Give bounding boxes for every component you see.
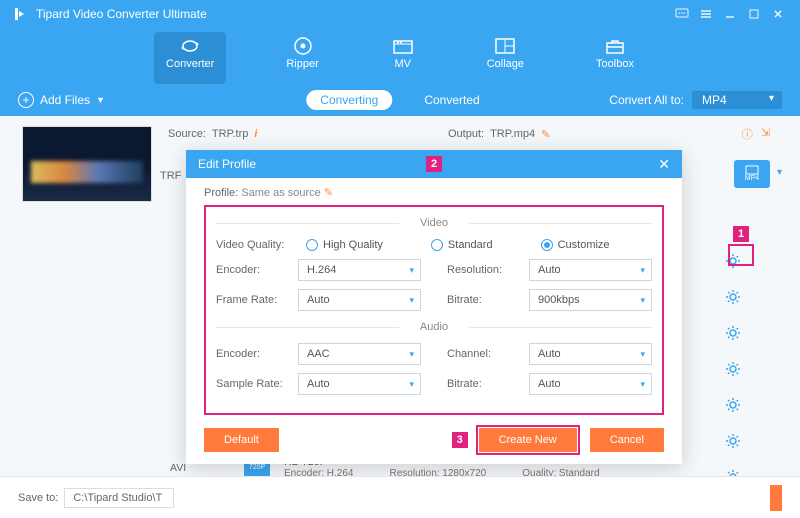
- cancel-button[interactable]: Cancel: [590, 428, 664, 452]
- info-tool-icon[interactable]: ⓘ: [742, 126, 753, 142]
- nav-ripper[interactable]: Ripper: [274, 32, 330, 84]
- edit-profile-name-icon[interactable]: ✎: [324, 187, 333, 199]
- save-path-field[interactable]: C:\Tipard Studio\T: [64, 488, 174, 508]
- minimize-icon[interactable]: [718, 2, 742, 26]
- gear-icon[interactable]: [724, 396, 742, 414]
- resolution-select[interactable]: Auto: [529, 259, 652, 281]
- audio-section-label: Audio: [216, 321, 652, 333]
- framerate-label: Frame Rate:: [216, 294, 298, 306]
- framerate-select[interactable]: Auto: [298, 289, 421, 311]
- default-button[interactable]: Default: [204, 428, 279, 452]
- maximize-icon[interactable]: [742, 2, 766, 26]
- dialog-close-icon[interactable]: ✕: [658, 156, 670, 173]
- collage-icon: [493, 36, 517, 56]
- gear-icon[interactable]: [724, 288, 742, 306]
- video-bitrate-input[interactable]: 900kbps: [529, 289, 652, 311]
- dialog-header: Edit Profile 2 ✕: [186, 150, 682, 178]
- output-filename: TRP.mp4: [490, 128, 535, 140]
- video-bitrate-label: Bitrate:: [447, 294, 529, 306]
- radio-high-quality[interactable]: High Quality: [306, 239, 383, 251]
- info-icon[interactable]: i: [254, 128, 257, 140]
- plus-icon: +: [18, 92, 34, 108]
- output-format-select[interactable]: MP4: [692, 91, 782, 109]
- nav-collage[interactable]: Collage: [475, 32, 536, 84]
- video-encoder-label: Encoder:: [216, 264, 298, 276]
- main-nav: Converter Ripper MV Collage Toolbox: [0, 28, 800, 84]
- annotation-box-3: Create New: [476, 425, 580, 455]
- nav-mv[interactable]: MV: [379, 32, 427, 84]
- item-format-button[interactable]: MP4: [734, 160, 770, 188]
- gear-icon[interactable]: [724, 324, 742, 342]
- close-icon[interactable]: [766, 2, 790, 26]
- annotation-box-2: Video Video Quality: High Quality Standa…: [204, 205, 664, 415]
- tab-converted[interactable]: Converted: [410, 90, 493, 110]
- save-to-label: Save to:: [18, 492, 58, 504]
- bottom-bar: Save to: C:\Tipard Studio\T: [0, 476, 800, 518]
- sub-bar: + Add Files ▼ Converting Converted Conve…: [0, 84, 800, 116]
- dialog-title: Edit Profile: [198, 157, 256, 171]
- edit-output-icon[interactable]: ✎: [541, 128, 550, 141]
- convert-all-label: Convert All to:: [609, 93, 684, 107]
- chevron-down-icon: ▼: [96, 95, 105, 105]
- channel-label: Channel:: [447, 348, 529, 360]
- samplerate-select[interactable]: Auto: [298, 373, 421, 395]
- profile-label: Profile:: [204, 187, 238, 199]
- gear-icon[interactable]: [724, 252, 742, 270]
- tab-converting[interactable]: Converting: [306, 90, 392, 110]
- settings-gear-column: [724, 252, 742, 486]
- nav-converter[interactable]: Converter: [154, 32, 226, 84]
- file-info-row: Source: TRP.trp i Output: TRP.mp4 ✎ ⓘ ⇲: [168, 126, 770, 142]
- convert-all-button[interactable]: [770, 485, 782, 511]
- file-format-label: TRF: [160, 170, 181, 182]
- title-bar: Tipard Video Converter Ultimate: [0, 0, 800, 28]
- app-logo-icon: [10, 5, 28, 23]
- edit-profile-dialog: Edit Profile 2 ✕ Profile: Same as source…: [186, 150, 682, 464]
- mv-icon: [391, 36, 415, 56]
- radio-customize[interactable]: Customize: [541, 239, 610, 251]
- gear-icon[interactable]: [724, 360, 742, 378]
- create-new-button[interactable]: Create New: [479, 428, 577, 452]
- menu-icon[interactable]: [694, 2, 718, 26]
- feedback-icon[interactable]: [670, 2, 694, 26]
- nav-toolbox[interactable]: Toolbox: [584, 32, 646, 84]
- source-filename: TRP.trp: [212, 128, 248, 140]
- channel-select[interactable]: Auto: [529, 343, 652, 365]
- source-label: Source:: [168, 128, 206, 140]
- output-label: Output:: [448, 128, 484, 140]
- resolution-label: Resolution:: [447, 264, 529, 276]
- main-area: TRF Source: TRP.trp i Output: TRP.mp4 ✎ …: [0, 116, 800, 518]
- audio-encoder-select[interactable]: AAC: [298, 343, 421, 365]
- video-quality-label: Video Quality:: [216, 239, 306, 251]
- video-encoder-select[interactable]: H.264: [298, 259, 421, 281]
- ripper-icon: [291, 36, 315, 56]
- annotation-marker-2: 2: [426, 156, 442, 172]
- video-thumbnail[interactable]: [22, 126, 152, 202]
- profile-value: Same as source: [241, 187, 320, 199]
- audio-bitrate-select[interactable]: Auto: [529, 373, 652, 395]
- gear-icon[interactable]: [724, 432, 742, 450]
- samplerate-label: Sample Rate:: [216, 378, 298, 390]
- add-files-button[interactable]: + Add Files ▼: [18, 92, 105, 108]
- audio-bitrate-label: Bitrate:: [447, 378, 529, 390]
- video-section-label: Video: [216, 217, 652, 229]
- compress-tool-icon[interactable]: ⇲: [761, 126, 770, 142]
- annotation-marker-3: 3: [452, 432, 468, 448]
- toolbox-icon: [603, 36, 627, 56]
- audio-encoder-label: Encoder:: [216, 348, 298, 360]
- converter-icon: [178, 36, 202, 56]
- app-title: Tipard Video Converter Ultimate: [36, 7, 670, 21]
- radio-standard[interactable]: Standard: [431, 239, 493, 251]
